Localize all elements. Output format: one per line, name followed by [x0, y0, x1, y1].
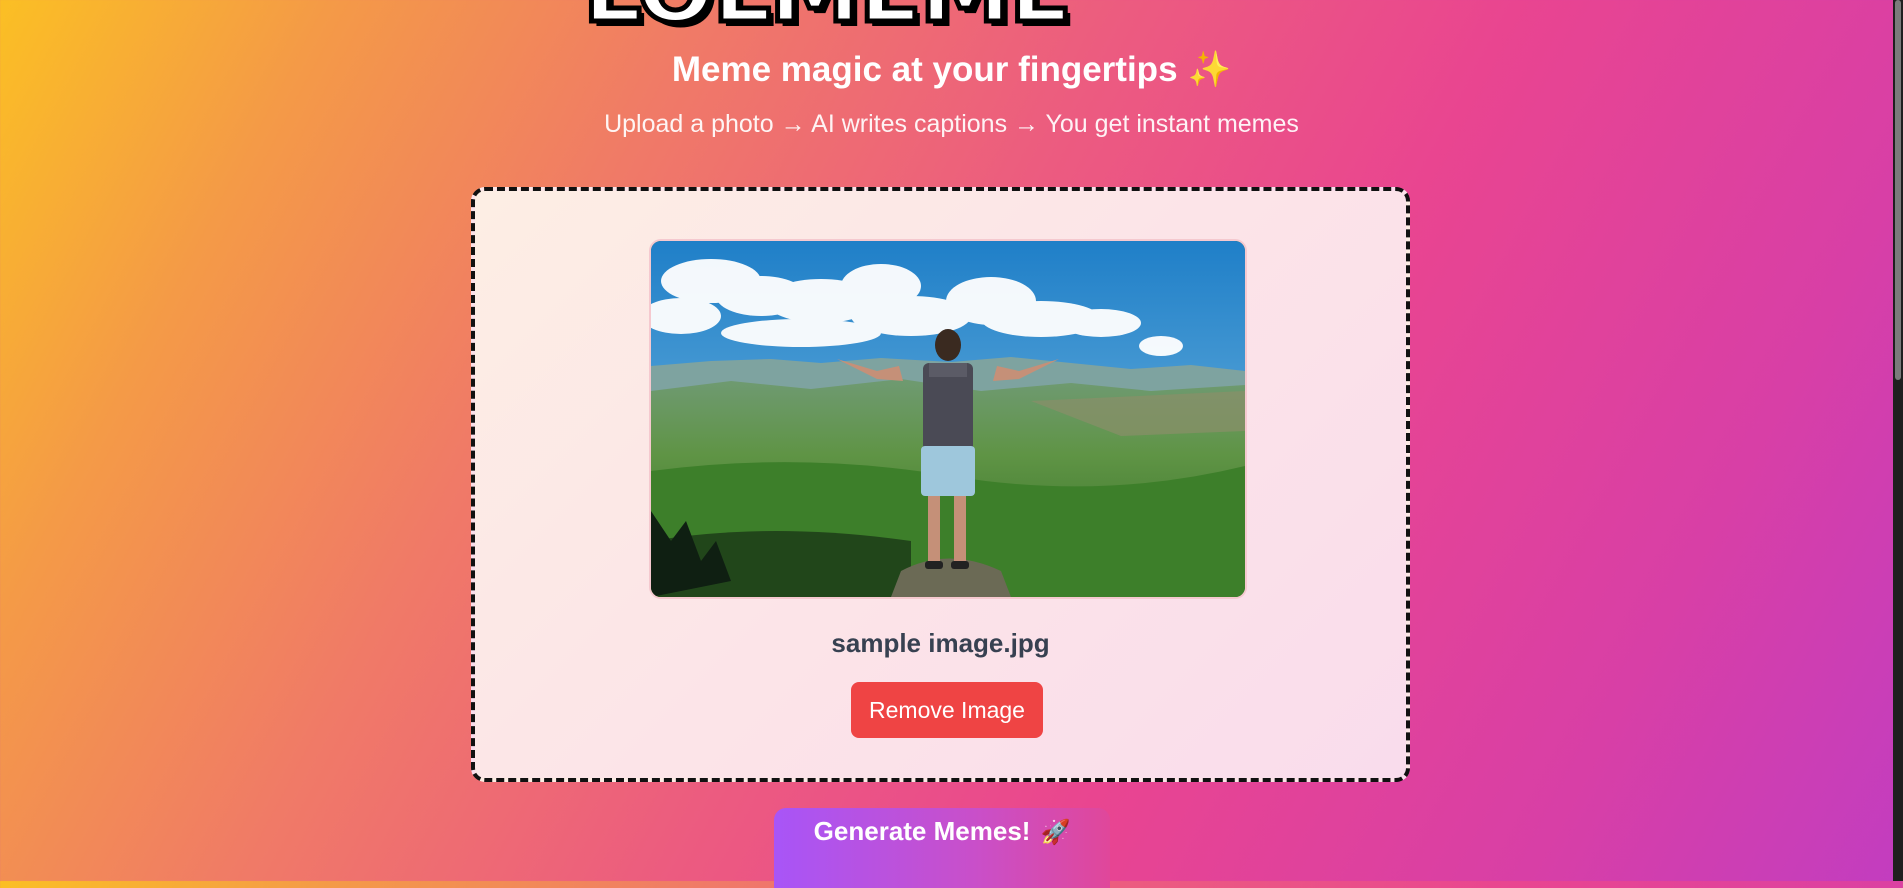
tagline: Meme magic at your fingertips ✨ [0, 48, 1903, 92]
upload-dropzone[interactable]: sample image.jpg Remove Image [471, 187, 1410, 782]
uploaded-image-preview [649, 239, 1247, 599]
remove-image-button[interactable]: Remove Image [851, 682, 1043, 738]
app-logo: LOLMEME [581, 0, 1283, 38]
subtitle: Upload a photo → AI writes captions → Yo… [604, 110, 1299, 138]
file-name: sample image.jpg [831, 628, 1050, 658]
generate-memes-button[interactable]: Generate Memes! 🚀 [774, 808, 1110, 888]
sparkle-icon: ✨ [1187, 50, 1232, 89]
rocket-icon: 🚀 [1040, 819, 1071, 846]
generate-memes-label: Generate Memes! [813, 816, 1031, 846]
tagline-text: Meme magic at your fingertips [671, 50, 1178, 89]
logo-wordmark: LOLMEME [581, 0, 1075, 38]
